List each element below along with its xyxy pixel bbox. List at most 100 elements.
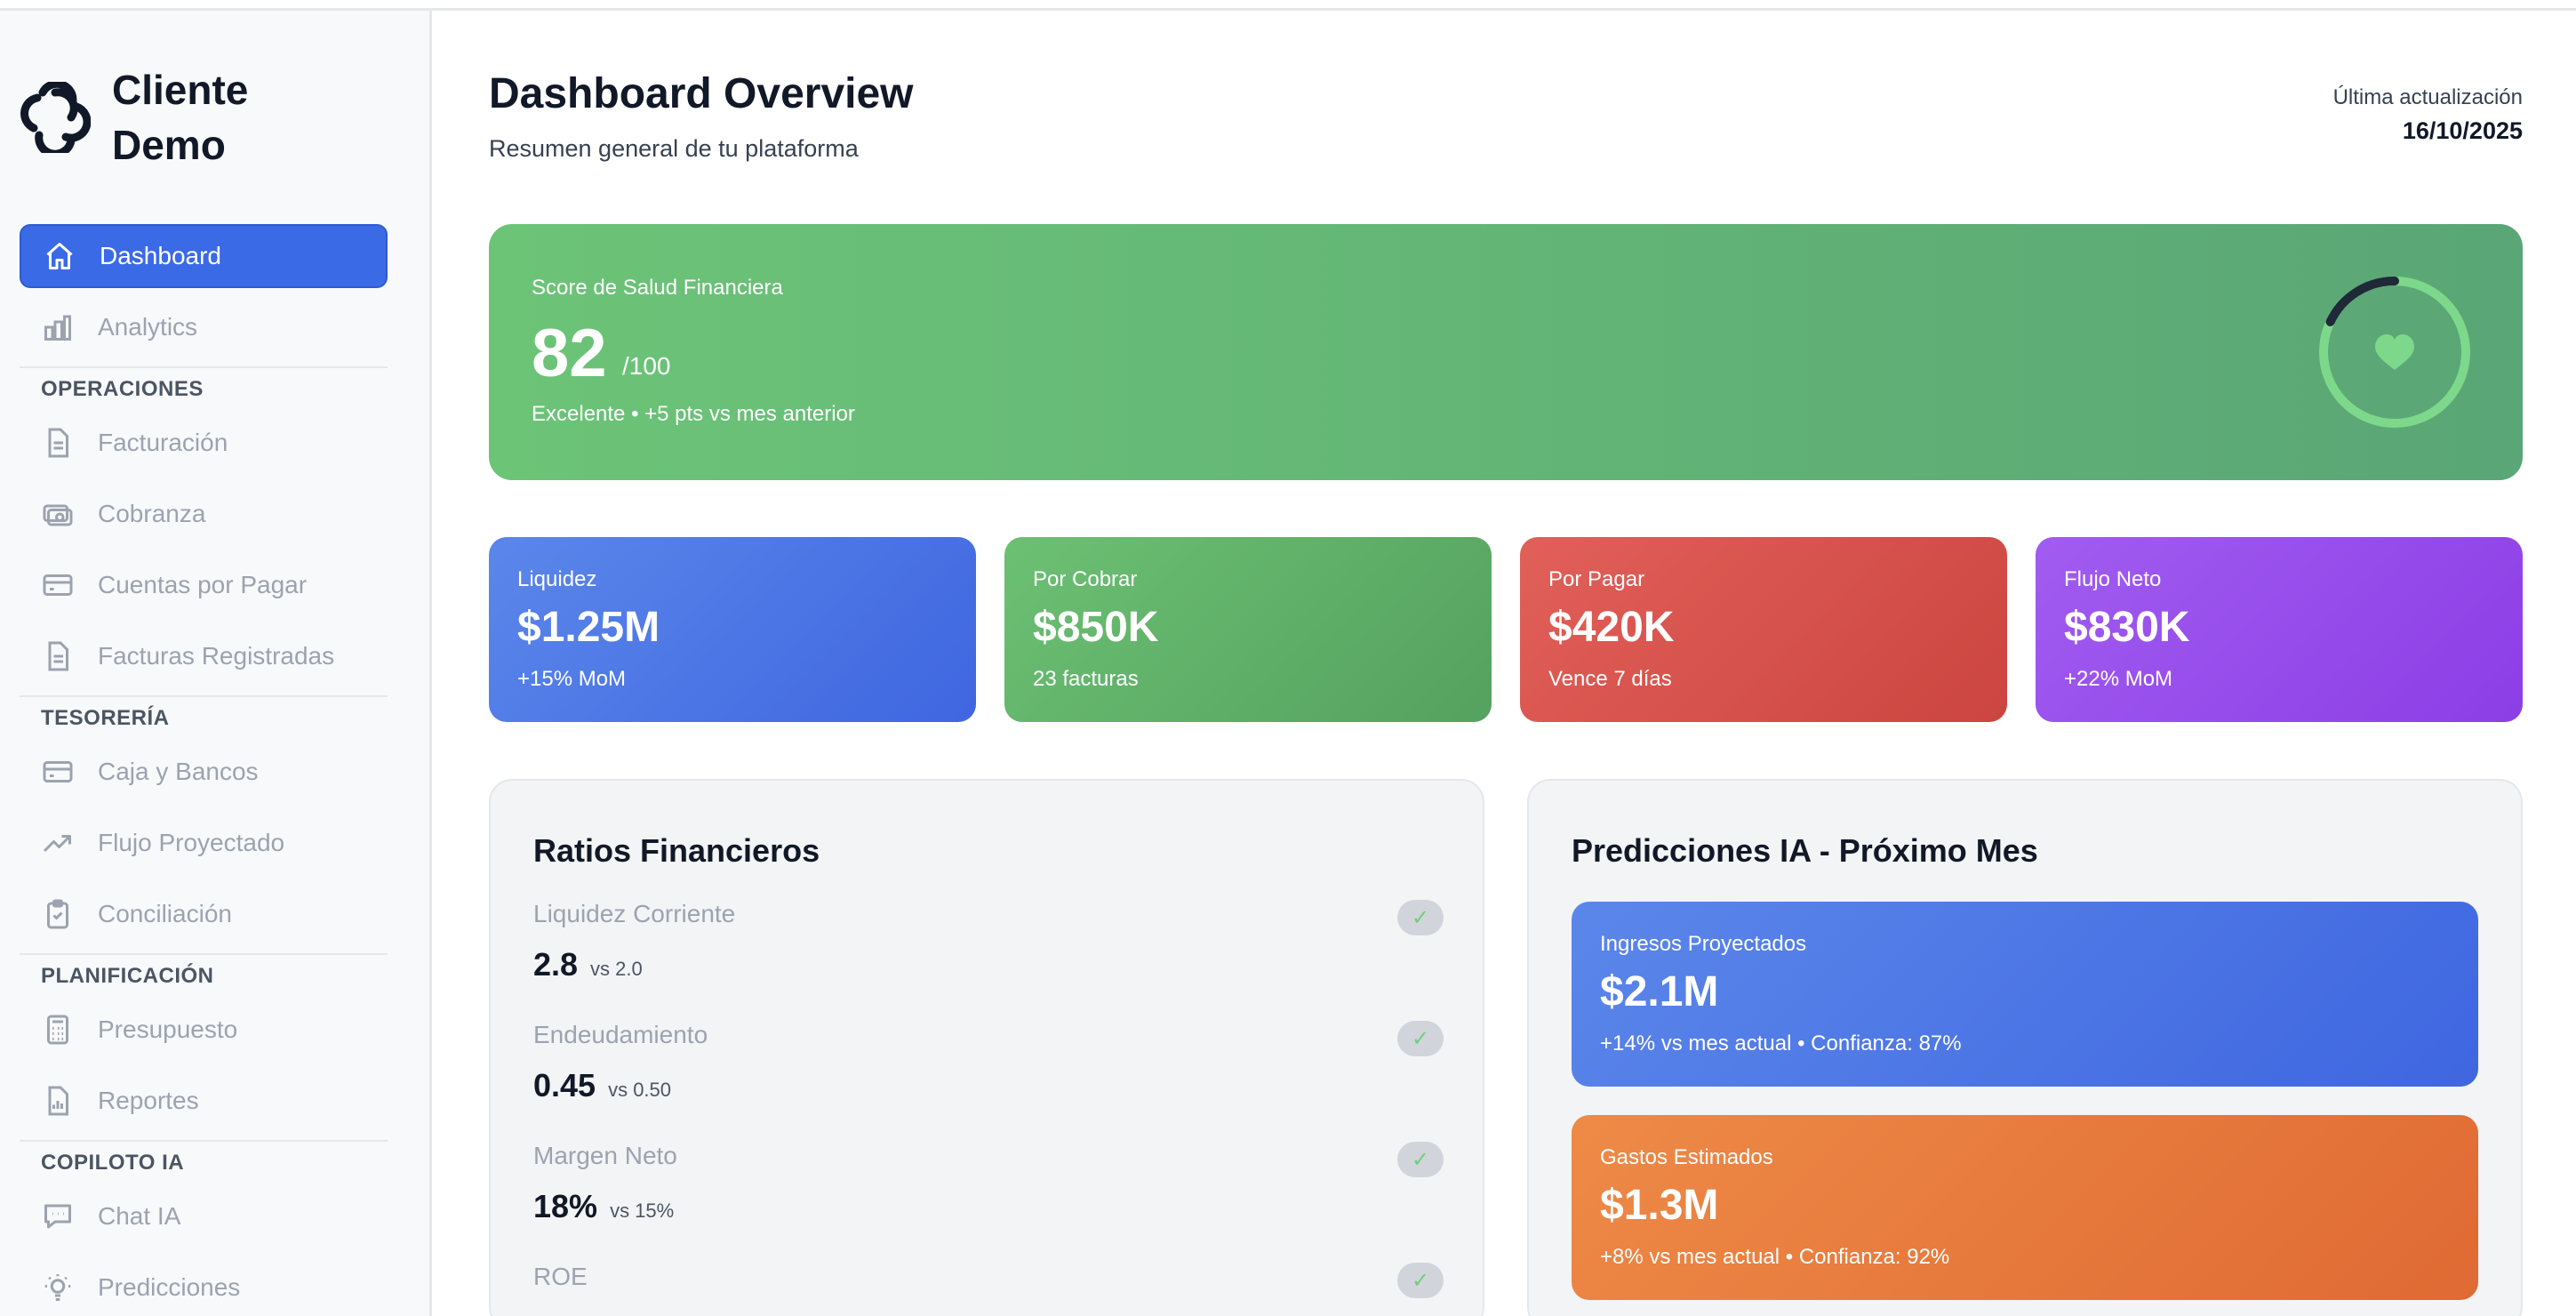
- kpi-card-flujo-neto[interactable]: Flujo Neto $830K +22% MoM: [2036, 537, 2523, 722]
- prediction-label: Gastos Estimados: [1600, 1145, 1773, 1169]
- check-icon: ✓: [1397, 1021, 1444, 1056]
- sidebar-item-reportes[interactable]: Reportes: [20, 1069, 388, 1133]
- ai-predictions-panel: Predicciones IA - Próximo Mes Ingresos P…: [1527, 779, 2523, 1316]
- score-note: Excelente • +5 pts vs mes anterior: [532, 402, 855, 426]
- ratio-value: 2.8 vs 2.0: [533, 946, 643, 983]
- kpi-label: Por Pagar: [1548, 567, 1645, 591]
- cash-icon: [41, 497, 75, 531]
- ratio-benchmark: vs 2.0: [590, 958, 643, 980]
- home-icon: [43, 239, 76, 273]
- sidebar-item-label: Reportes: [98, 1087, 199, 1114]
- brand-name: Cliente Demo: [112, 67, 249, 168]
- sidebar-item-label: Cobranza: [98, 500, 206, 527]
- kpi-card-por-pagar[interactable]: Por Pagar $420K Vence 7 días: [1520, 537, 2007, 722]
- sidebar-divider: [20, 953, 388, 955]
- section-label-operaciones: OPERACIONES: [41, 377, 204, 401]
- kpi-label: Flujo Neto: [2064, 567, 2162, 591]
- lightbulb-icon: [41, 1271, 75, 1304]
- sidebar-item-caja-y-bancos[interactable]: Caja y Bancos: [20, 740, 388, 804]
- score-value: 82: [532, 316, 607, 391]
- credit-card-icon: [41, 568, 75, 602]
- panel-title: Ratios Financieros: [533, 832, 820, 869]
- kpi-value: $850K: [1033, 604, 1159, 651]
- page-subtitle: Resumen general de tu plataforma: [489, 135, 859, 162]
- prediction-subtext: +14% vs mes actual • Confianza: 87%: [1600, 1031, 1962, 1055]
- sidebar-item-presupuesto[interactable]: Presupuesto: [20, 998, 388, 1062]
- sidebar-item-conciliacion[interactable]: Conciliación: [20, 882, 388, 946]
- sidebar-item-label: Caja y Bancos: [98, 758, 259, 785]
- document-icon: [41, 426, 75, 460]
- chat-icon: [41, 1200, 75, 1233]
- trend-up-icon: [41, 826, 75, 860]
- calculator-icon: [41, 1013, 75, 1047]
- ratio-name: Liquidez Corriente: [533, 900, 736, 927]
- sidebar-item-facturacion[interactable]: Facturación: [20, 411, 388, 475]
- credit-card-icon: [41, 755, 75, 789]
- brand[interactable]: Cliente Demo: [20, 62, 290, 173]
- ratio-item: Margen Neto 18% vs 15% ✓: [533, 1142, 1444, 1240]
- ratio-value: 0.45 vs 0.50: [533, 1067, 671, 1104]
- sidebar-item-label: Analytics: [98, 313, 198, 341]
- sidebar-item-chat-ia[interactable]: Chat IA: [20, 1184, 388, 1248]
- score-label: Score de Salud Financiera: [532, 276, 783, 300]
- sidebar-item-label: Conciliación: [98, 900, 232, 927]
- ratio-name: Margen Neto: [533, 1142, 677, 1169]
- section-label-copiloto-ia: COPILOTO IA: [41, 1151, 185, 1175]
- logo-icon: [20, 82, 91, 153]
- kpi-label: Liquidez: [517, 567, 597, 591]
- page-title: Dashboard Overview: [489, 70, 914, 117]
- sidebar-divider: [20, 1140, 388, 1142]
- document-icon: [41, 639, 75, 673]
- sidebar-item-facturas-registradas[interactable]: Facturas Registradas: [20, 624, 388, 688]
- clipboard-check-icon: [41, 897, 75, 931]
- kpi-subtext: Vence 7 días: [1548, 667, 1672, 691]
- kpi-card-por-cobrar[interactable]: Por Cobrar $850K 23 facturas: [1004, 537, 1492, 722]
- section-label-tesoreria: TESORERÍA: [41, 706, 170, 730]
- ratio-benchmark: vs 0.50: [608, 1079, 672, 1101]
- prediction-card-gastos[interactable]: Gastos Estimados $1.3M +8% vs mes actual…: [1572, 1115, 2478, 1300]
- sidebar-item-label: Predicciones: [98, 1273, 241, 1301]
- financial-ratios-panel: Ratios Financieros Liquidez Corriente 2.…: [489, 779, 1484, 1316]
- sidebar-divider: [20, 366, 388, 368]
- financial-health-score-card[interactable]: Score de Salud Financiera 82 /100 Excele…: [489, 224, 2523, 480]
- prediction-label: Ingresos Proyectados: [1600, 932, 1807, 956]
- kpi-label: Por Cobrar: [1033, 567, 1138, 591]
- ratio-value-number: 0.45: [533, 1067, 596, 1103]
- ratio-value-number: 2.8: [533, 946, 579, 983]
- sidebar-divider: [20, 695, 388, 697]
- sidebar: Cliente Demo Dashboard Analytics OPERACI…: [0, 11, 432, 1316]
- top-border: [0, 0, 2576, 11]
- panel-title: Predicciones IA - Próximo Mes: [1572, 832, 2038, 869]
- ratio-name: Endeudamiento: [533, 1021, 708, 1048]
- sidebar-item-cobranza[interactable]: Cobranza: [20, 482, 388, 546]
- sidebar-item-cuentas-por-pagar[interactable]: Cuentas por Pagar: [20, 553, 388, 617]
- ratio-item: Liquidez Corriente 2.8 vs 2.0 ✓: [533, 900, 1444, 998]
- ratio-value-number: 18%: [533, 1188, 598, 1224]
- sidebar-item-label: Flujo Proyectado: [98, 829, 285, 856]
- kpi-subtext: +22% MoM: [2064, 667, 2173, 691]
- report-icon: [41, 1084, 75, 1118]
- check-icon: ✓: [1397, 900, 1444, 935]
- sidebar-item-label: Cuentas por Pagar: [98, 571, 308, 598]
- score-max: /100: [622, 352, 671, 380]
- kpi-value: $830K: [2064, 604, 2190, 651]
- kpi-value: $420K: [1548, 604, 1675, 651]
- prediction-value: $2.1M: [1600, 968, 1719, 1015]
- sidebar-item-dashboard[interactable]: Dashboard: [20, 224, 388, 288]
- bar-chart-icon: [41, 310, 75, 344]
- score-ring: [2319, 277, 2470, 428]
- sidebar-item-flujo-proyectado[interactable]: Flujo Proyectado: [20, 811, 388, 875]
- prediction-card-ingresos[interactable]: Ingresos Proyectados $2.1M +14% vs mes a…: [1572, 902, 2478, 1087]
- last-update-date: 16/10/2025: [2402, 117, 2523, 144]
- kpi-card-liquidez[interactable]: Liquidez $1.25M +15% MoM: [489, 537, 976, 722]
- kpi-subtext: 23 facturas: [1033, 667, 1139, 691]
- ratio-value: 18% vs 15%: [533, 1188, 674, 1225]
- sidebar-item-analytics[interactable]: Analytics: [20, 295, 388, 359]
- prediction-value: $1.3M: [1600, 1182, 1719, 1229]
- ratio-item: Endeudamiento 0.45 vs 0.50 ✓: [533, 1021, 1444, 1119]
- prediction-subtext: +8% vs mes actual • Confianza: 92%: [1600, 1245, 1950, 1269]
- check-icon: ✓: [1397, 1263, 1444, 1298]
- sidebar-item-predicciones[interactable]: Predicciones: [20, 1256, 388, 1316]
- last-update-label: Última actualización: [2332, 85, 2523, 109]
- section-label-planificacion: PLANIFICACIÓN: [41, 964, 214, 988]
